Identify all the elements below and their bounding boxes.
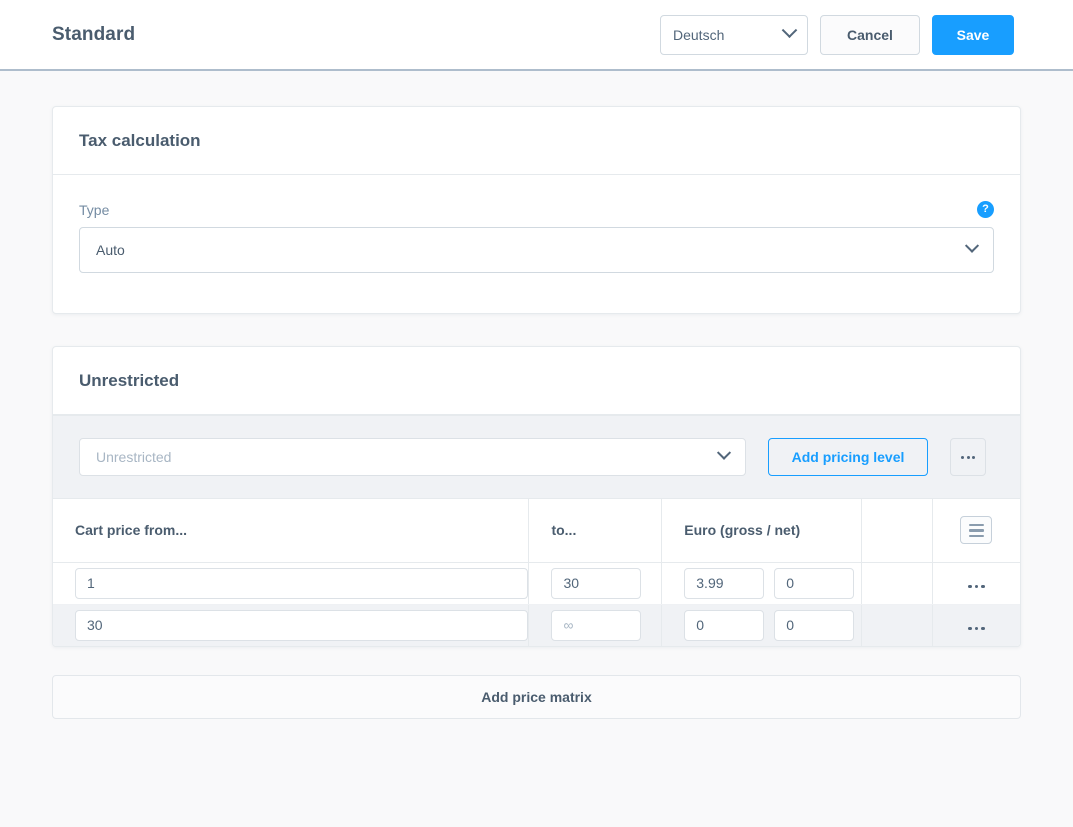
tax-type-select-value: Auto <box>96 242 125 258</box>
cart-price-to-input[interactable] <box>551 609 642 641</box>
page-title: Standard <box>52 23 136 45</box>
cell-to <box>528 562 663 605</box>
euro-input-pair <box>684 567 860 599</box>
hamburger-icon[interactable] <box>960 516 993 545</box>
cell-euro <box>661 604 862 646</box>
column-header-euro: Euro (gross / net) <box>661 499 862 563</box>
chevron-down-icon <box>716 445 732 460</box>
cell-euro <box>661 562 862 605</box>
add-pricing-level-button[interactable]: Add pricing level <box>768 438 928 476</box>
smart-bar-actions: Deutsch Cancel Save <box>660 14 1014 55</box>
tax-calculation-card-header: Tax calculation <box>53 107 1020 175</box>
cancel-button[interactable]: Cancel <box>820 14 920 55</box>
price-matrix-title: Unrestricted <box>79 371 180 390</box>
page-content: Tax calculation Type ? Auto Unrestricted… <box>0 71 1073 719</box>
euro-input-pair <box>684 609 860 641</box>
price-matrix-toolbar: Unrestricted Add pricing level <box>53 415 1020 499</box>
help-icon[interactable]: ? <box>977 201 994 218</box>
column-header-cart-price-from: Cart price from... <box>53 499 530 563</box>
ellipsis-icon[interactable] <box>968 584 985 588</box>
cell-spacer <box>861 562 933 605</box>
smart-bar: Standard Deutsch Cancel Save <box>0 0 1073 71</box>
tax-calculation-card-body: Type ? Auto <box>53 175 1020 313</box>
price-matrix-table: Cart price from... to... Euro (gross / n… <box>53 499 1020 646</box>
price-matrix-card-header: Unrestricted <box>53 347 1020 415</box>
ellipsis-icon <box>961 455 975 459</box>
price-matrix-context-menu-button[interactable] <box>950 438 986 476</box>
chevron-down-icon <box>781 22 798 39</box>
cell-row-actions <box>932 562 1020 605</box>
euro-gross-input[interactable] <box>684 609 765 641</box>
cell-to <box>528 604 663 646</box>
language-select[interactable]: Deutsch <box>660 14 808 55</box>
chevron-down-icon <box>964 238 980 253</box>
language-select-value: Deutsch <box>673 26 725 43</box>
cell-spacer <box>861 604 933 646</box>
cart-price-from-input[interactable] <box>75 609 529 641</box>
cart-price-to-input[interactable] <box>551 567 642 599</box>
rule-select[interactable]: Unrestricted <box>79 438 746 476</box>
add-price-matrix-button[interactable]: Add price matrix <box>52 675 1021 719</box>
table-row <box>53 604 1020 646</box>
save-button[interactable]: Save <box>932 14 1014 55</box>
cell-row-actions <box>932 604 1020 646</box>
table-row <box>53 562 1020 605</box>
cart-price-from-input[interactable] <box>75 567 529 599</box>
price-matrix-card: Unrestricted Unrestricted Add pricing le… <box>52 346 1021 647</box>
euro-net-input[interactable] <box>774 609 855 641</box>
column-header-spacer <box>861 499 933 563</box>
column-header-actions <box>932 499 1020 563</box>
euro-net-input[interactable] <box>774 567 855 599</box>
tax-type-select[interactable]: Auto <box>79 227 994 273</box>
tax-calculation-card: Tax calculation Type ? Auto <box>52 106 1021 314</box>
table-header-row: Cart price from... to... Euro (gross / n… <box>53 499 1020 563</box>
cell-cart-price-from <box>53 604 530 646</box>
type-field-label-row: Type ? <box>79 201 994 218</box>
column-header-to: to... <box>528 499 663 563</box>
euro-gross-input[interactable] <box>684 567 765 599</box>
cell-cart-price-from <box>53 562 530 605</box>
rule-select-placeholder: Unrestricted <box>96 449 172 465</box>
ellipsis-icon[interactable] <box>968 626 985 631</box>
tax-calculation-title: Tax calculation <box>79 131 201 150</box>
type-field-label: Type <box>79 201 110 218</box>
